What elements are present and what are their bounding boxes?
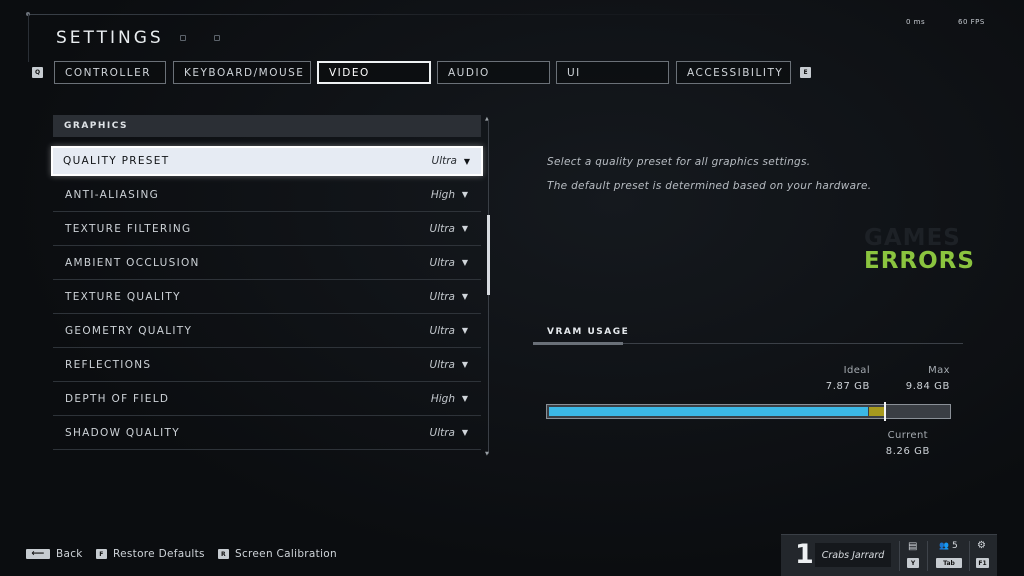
calibration-label: Screen Calibration <box>235 548 337 560</box>
player-card[interactable]: 1 Crabs Jarrard ▤ Y 👥 5 Tab ⚙ F1 <box>781 534 997 576</box>
tab-keyboard-mouse[interactable]: KEYBOARD/MOUSE <box>173 61 311 84</box>
setting-value: Ultra <box>431 155 457 167</box>
tab-video[interactable]: VIDEO <box>317 61 431 84</box>
back-arrow-icon: ⟵ <box>26 549 50 559</box>
dropdown-caret-icon: ▼ <box>461 258 468 267</box>
scroll-down-icon[interactable]: ▼ <box>485 451 489 457</box>
setting-depth-of-field[interactable]: DEPTH OF FIELD High ▼ <box>53 382 481 416</box>
chat-icon[interactable]: ▤ <box>908 541 917 552</box>
tab-ui[interactable]: UI <box>556 61 669 84</box>
dropdown-caret-icon: ▼ <box>461 292 468 301</box>
calibration-key: R <box>218 549 229 559</box>
vram-current-label: Current <box>887 430 928 441</box>
vram-max-label: Max <box>928 365 950 376</box>
divider <box>899 541 900 571</box>
setting-label: GEOMETRY QUALITY <box>65 324 193 337</box>
page-title: SETTINGS <box>56 28 164 48</box>
dropdown-caret-icon: ▼ <box>461 326 468 335</box>
party-key: Tab <box>936 558 962 568</box>
setting-value: High <box>430 188 455 201</box>
back-label: Back <box>56 548 83 560</box>
vram-max-value: 9.84 GB <box>905 381 950 392</box>
vram-current-marker <box>884 402 886 421</box>
vram-ideal-fill <box>549 407 868 416</box>
footer-restore-defaults[interactable]: F Restore Defaults <box>96 548 205 560</box>
setting-value: Ultra <box>429 324 455 337</box>
setting-texture-filtering[interactable]: TEXTURE FILTERING Ultra ▼ <box>53 212 481 246</box>
dropdown-caret-icon: ▼ <box>461 428 468 437</box>
tab-controller[interactable]: CONTROLLER <box>54 61 166 84</box>
tab-accessibility[interactable]: ACCESSIBILITY <box>676 61 791 84</box>
setting-label: QUALITY PRESET <box>63 155 170 167</box>
setting-label: REFLECTIONS <box>65 358 152 371</box>
gear-icon[interactable]: ⚙ <box>977 540 986 551</box>
setting-anti-aliasing[interactable]: ANTI-ALIASING High ▼ <box>53 178 481 212</box>
setting-label: DEPTH OF FIELD <box>65 392 170 405</box>
setting-value: Ultra <box>429 222 455 235</box>
dropdown-caret-icon: ▼ <box>461 224 468 233</box>
dropdown-caret-icon: ▼ <box>461 190 468 199</box>
setting-texture-quality[interactable]: TEXTURE QUALITY Ultra ▼ <box>53 280 481 314</box>
setting-geometry-quality[interactable]: GEOMETRY QUALITY Ultra ▼ <box>53 314 481 348</box>
graphics-section-header: GRAPHICS <box>53 115 481 137</box>
tab-audio[interactable]: AUDIO <box>437 61 550 84</box>
restore-label: Restore Defaults <box>113 548 205 560</box>
vram-ideal-value: 7.87 GB <box>825 381 870 392</box>
vram-title-rule-highlight <box>533 342 623 345</box>
player-rank: 1 <box>795 539 814 570</box>
divider <box>927 541 928 571</box>
vram-ideal-label: Ideal <box>843 365 870 376</box>
setting-value: Ultra <box>429 256 455 269</box>
party-icon[interactable]: 👥 <box>939 541 949 550</box>
setting-value: Ultra <box>429 358 455 371</box>
setting-value: Ultra <box>429 290 455 303</box>
restore-key: F <box>96 549 107 559</box>
header-rule <box>28 14 798 15</box>
setting-quality-preset[interactable]: QUALITY PRESET Ultra ▼ <box>51 146 483 176</box>
vram-usage-bar <box>546 402 951 421</box>
footer-screen-calibration[interactable]: R Screen Calibration <box>218 548 337 560</box>
dropdown-caret-icon: ▼ <box>461 394 468 403</box>
latency-readout: 0 ms <box>906 18 926 26</box>
prev-tab-key[interactable]: Q <box>32 67 43 78</box>
settings-key: F1 <box>976 558 989 568</box>
chat-key: Y <box>907 558 919 568</box>
party-count: 5 <box>952 541 958 551</box>
setting-reflections[interactable]: REFLECTIONS Ultra ▼ <box>53 348 481 382</box>
player-name: Crabs Jarrard <box>815 543 891 567</box>
dropdown-caret-icon: ▼ <box>463 156 470 166</box>
watermark-line2: ERRORS <box>864 248 975 274</box>
setting-label: TEXTURE FILTERING <box>65 222 192 235</box>
setting-value: High <box>430 392 455 405</box>
scrollbar-thumb[interactable] <box>487 215 490 295</box>
setting-shadow-quality[interactable]: SHADOW QUALITY Ultra ▼ <box>53 416 481 450</box>
title-decoration <box>180 35 220 41</box>
footer-back[interactable]: ⟵ Back <box>26 548 83 560</box>
vram-over-ideal-fill <box>869 407 884 416</box>
graphics-settings-list: QUALITY PRESET Ultra ▼ ANTI-ALIASING Hig… <box>51 144 483 450</box>
setting-label: TEXTURE QUALITY <box>65 290 181 303</box>
dropdown-caret-icon: ▼ <box>461 360 468 369</box>
setting-description-line1: Select a quality preset for all graphics… <box>547 156 811 168</box>
header-side-rule <box>28 14 29 62</box>
setting-ambient-occlusion[interactable]: AMBIENT OCCLUSION Ultra ▼ <box>53 246 481 280</box>
watermark-line1: GAMES <box>864 225 961 251</box>
divider <box>969 541 970 571</box>
setting-description-line2: The default preset is determined based o… <box>547 180 872 192</box>
setting-label: AMBIENT OCCLUSION <box>65 256 200 269</box>
next-tab-key[interactable]: E <box>800 67 811 78</box>
fps-readout: 60 FPS <box>958 18 985 26</box>
vram-usage-title: VRAM USAGE <box>547 327 630 337</box>
vram-current-value: 8.26 GB <box>885 446 930 457</box>
setting-label: SHADOW QUALITY <box>65 426 180 439</box>
setting-value: Ultra <box>429 426 455 439</box>
watermark-logo: GAMES ERRORS <box>864 227 975 273</box>
setting-label: ANTI-ALIASING <box>65 188 160 201</box>
